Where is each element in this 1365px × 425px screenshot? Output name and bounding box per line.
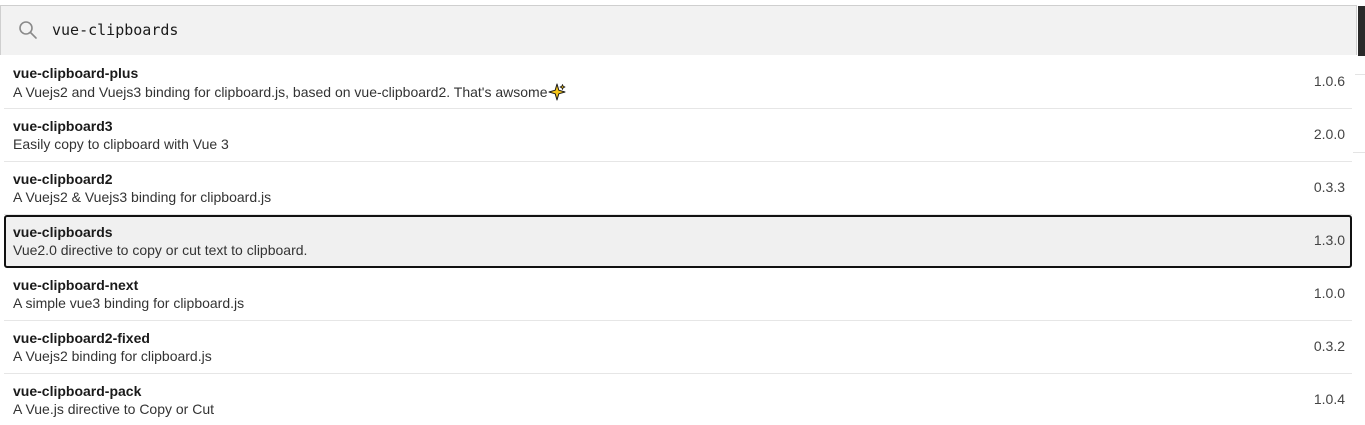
- package-name: vue-clipboards: [13, 224, 113, 240]
- package-description: A Vuejs2 and Vuejs3 binding for clipboar…: [13, 83, 566, 101]
- package-version: 1.0.0: [1313, 285, 1345, 301]
- result-item-vue-clipboard-next[interactable]: vue-clipboard-next A simple vue3 binding…: [4, 268, 1352, 321]
- search-icon: [18, 20, 38, 40]
- result-item-vue-clipboard-plus[interactable]: vue-clipboard-plus A Vuejs2 and Vuejs3 b…: [4, 56, 1352, 109]
- package-search-popup: vue-clipboard-plus A Vuejs2 and Vuejs3 b…: [0, 0, 1365, 425]
- result-item-vue-clipboard-pack[interactable]: vue-clipboard-pack A Vue.js directive to…: [4, 374, 1352, 425]
- package-name: vue-clipboard-plus: [13, 65, 139, 81]
- sparkle-icon: [548, 83, 566, 101]
- package-name: vue-clipboard2-fixed: [13, 330, 150, 346]
- package-name: vue-clipboard-pack: [13, 383, 142, 399]
- package-description: Vue2.0 directive to copy or cut text to …: [13, 242, 308, 258]
- background-window-edge: [1358, 6, 1365, 56]
- package-version: 0.3.2: [1313, 338, 1345, 354]
- background-divider: [1355, 74, 1365, 75]
- search-input[interactable]: [52, 18, 1342, 42]
- search-results-list: vue-clipboard-plus A Vuejs2 and Vuejs3 b…: [4, 56, 1352, 425]
- package-description: A Vuejs2 & Vuejs3 binding for clipboard.…: [13, 189, 272, 205]
- search-bar: [0, 5, 1357, 55]
- package-version: 1.0.4: [1313, 391, 1345, 407]
- package-version: 0.3.3: [1313, 179, 1345, 195]
- package-name: vue-clipboard-next: [13, 277, 139, 293]
- result-item-vue-clipboard2[interactable]: vue-clipboard2 A Vuejs2 & Vuejs3 binding…: [4, 162, 1352, 215]
- package-description-text: A Vuejs2 and Vuejs3 binding for clipboar…: [13, 84, 548, 100]
- result-item-vue-clipboards-selected[interactable]: vue-clipboards Vue2.0 directive to copy …: [4, 215, 1352, 268]
- package-description: Easily copy to clipboard with Vue 3: [13, 136, 229, 152]
- package-name: vue-clipboard2: [13, 171, 113, 187]
- package-description: A Vue.js directive to Copy or Cut: [13, 401, 215, 417]
- package-description: A simple vue3 binding for clipboard.js: [13, 295, 245, 311]
- package-version: 1.3.0: [1313, 232, 1345, 248]
- package-version: 1.0.6: [1313, 73, 1345, 89]
- background-divider: [1353, 152, 1365, 153]
- package-version: 2.0.0: [1313, 126, 1345, 142]
- result-item-vue-clipboard2-fixed[interactable]: vue-clipboard2-fixed A Vuejs2 binding fo…: [4, 321, 1352, 374]
- package-description: A Vuejs2 binding for clipboard.js: [13, 348, 212, 364]
- package-name: vue-clipboard3: [13, 118, 113, 134]
- result-item-vue-clipboard3[interactable]: vue-clipboard3 Easily copy to clipboard …: [4, 109, 1352, 162]
